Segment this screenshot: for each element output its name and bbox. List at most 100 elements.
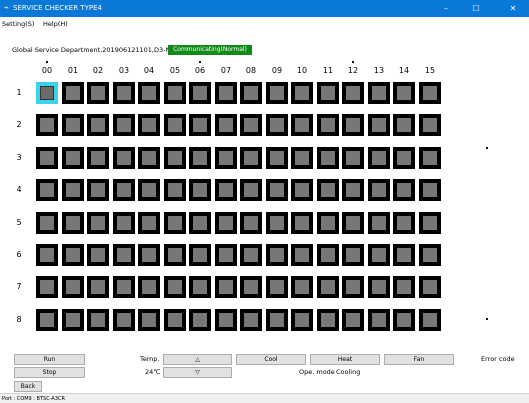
unit-cell[interactable] [113,179,135,201]
unit-cell[interactable] [291,276,313,298]
unit-cell[interactable] [368,114,390,136]
unit-cell[interactable] [393,309,415,331]
unit-cell[interactable] [393,179,415,201]
unit-cell[interactable] [113,309,135,331]
unit-cell[interactable] [215,244,237,266]
unit-cell[interactable] [164,244,186,266]
unit-cell[interactable] [87,114,109,136]
unit-cell[interactable] [240,244,262,266]
fan-button[interactable]: Fan [384,354,454,365]
unit-cell[interactable] [62,82,84,104]
unit-cell[interactable] [87,82,109,104]
unit-cell[interactable] [266,147,288,169]
unit-cell[interactable] [189,212,211,234]
heat-button[interactable]: Heat [310,354,380,365]
unit-cell[interactable] [240,276,262,298]
unit-cell[interactable] [393,82,415,104]
unit-cell[interactable] [36,147,58,169]
unit-cell[interactable] [291,309,313,331]
unit-cell[interactable] [138,114,160,136]
unit-cell[interactable] [36,309,58,331]
unit-cell[interactable] [62,244,84,266]
unit-cell[interactable] [240,82,262,104]
unit-cell[interactable] [342,147,364,169]
unit-cell[interactable] [419,82,441,104]
unit-cell[interactable] [368,276,390,298]
unit-cell[interactable] [189,82,211,104]
unit-cell[interactable] [138,244,160,266]
unit-cell[interactable] [138,179,160,201]
stop-button[interactable]: Stop [14,367,85,378]
unit-cell[interactable] [36,212,58,234]
unit-cell[interactable] [87,309,109,331]
unit-cell[interactable] [393,147,415,169]
unit-cell[interactable] [36,114,58,136]
unit-cell[interactable] [240,179,262,201]
unit-cell[interactable] [291,179,313,201]
unit-cell[interactable] [393,244,415,266]
unit-cell[interactable] [215,276,237,298]
unit-cell[interactable] [342,179,364,201]
unit-cell[interactable] [138,147,160,169]
unit-cell[interactable] [138,309,160,331]
unit-cell[interactable] [317,82,339,104]
unit-cell[interactable] [342,244,364,266]
unit-cell[interactable] [393,114,415,136]
unit-cell[interactable] [87,147,109,169]
unit-cell[interactable] [164,179,186,201]
unit-cell[interactable] [189,147,211,169]
maximize-button[interactable]: ☐ [464,0,488,17]
unit-cell[interactable] [266,114,288,136]
unit-cell[interactable] [36,82,58,104]
unit-cell[interactable] [368,212,390,234]
unit-cell[interactable] [291,82,313,104]
unit-cell[interactable] [215,309,237,331]
unit-cell[interactable] [36,179,58,201]
unit-cell[interactable] [419,147,441,169]
unit-cell[interactable] [240,212,262,234]
unit-cell[interactable] [62,309,84,331]
unit-cell[interactable] [87,244,109,266]
unit-cell[interactable] [419,244,441,266]
unit-cell[interactable] [113,212,135,234]
unit-cell[interactable] [317,114,339,136]
unit-cell[interactable] [164,212,186,234]
unit-cell[interactable] [87,276,109,298]
menu-help[interactable]: Help(H) [43,18,68,30]
unit-cell[interactable] [87,179,109,201]
unit-cell[interactable] [342,309,364,331]
unit-cell[interactable] [215,212,237,234]
unit-cell[interactable] [189,179,211,201]
temp-down-button[interactable]: ▽ [163,367,232,378]
unit-cell[interactable] [62,147,84,169]
unit-cell[interactable] [266,244,288,266]
unit-cell[interactable] [215,114,237,136]
unit-cell[interactable] [368,244,390,266]
unit-cell[interactable] [164,82,186,104]
unit-cell[interactable] [266,309,288,331]
back-button[interactable]: Back [14,381,42,392]
unit-cell[interactable] [62,114,84,136]
unit-cell[interactable] [240,147,262,169]
unit-cell[interactable] [164,114,186,136]
unit-cell[interactable] [419,309,441,331]
close-button[interactable]: ✕ [501,0,525,17]
unit-cell[interactable] [113,276,135,298]
unit-cell[interactable] [317,244,339,266]
unit-cell[interactable] [189,114,211,136]
cool-button[interactable]: Cool [236,354,306,365]
unit-cell[interactable] [342,82,364,104]
unit-cell[interactable] [113,147,135,169]
run-button[interactable]: Run [14,354,85,365]
unit-cell[interactable] [113,244,135,266]
unit-cell[interactable] [317,276,339,298]
unit-cell[interactable] [138,276,160,298]
temp-up-button[interactable]: △ [163,354,232,365]
unit-cell[interactable] [419,276,441,298]
unit-cell[interactable] [189,244,211,266]
menu-setting[interactable]: Setting(S) [2,18,34,30]
unit-cell[interactable] [419,114,441,136]
unit-cell[interactable] [87,212,109,234]
title-bar[interactable]: ⌁ SERVICE CHECKER TYPE4 – ☐ ✕ [0,0,529,17]
unit-cell[interactable] [419,179,441,201]
